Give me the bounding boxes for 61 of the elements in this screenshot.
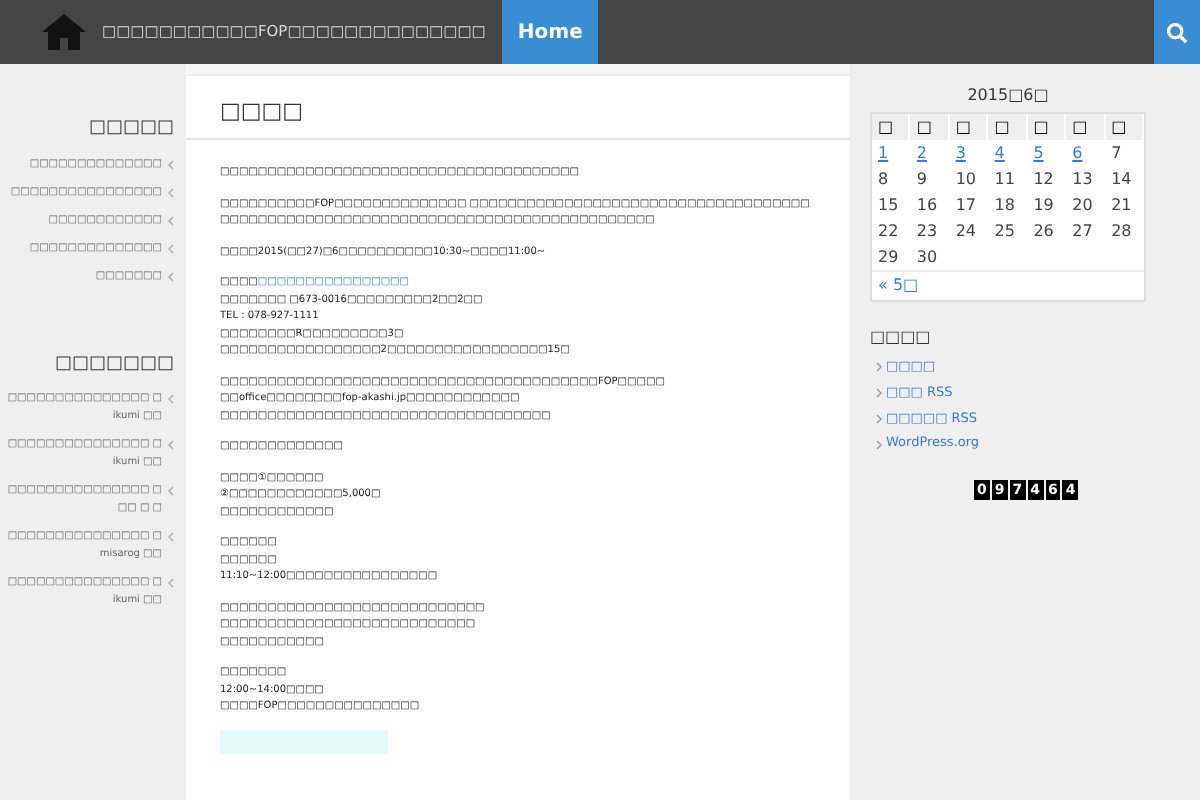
date-cell-text: 15 bbox=[876, 194, 901, 218]
date-cell-text: 7 bbox=[1109, 142, 1124, 166]
prev-month-link[interactable]: « 5□ bbox=[878, 276, 919, 294]
date-cell-text: 28 bbox=[1109, 220, 1134, 244]
date-cell-text: 30 bbox=[914, 246, 940, 270]
chevron-icon bbox=[168, 215, 174, 225]
chevron-icon bbox=[876, 413, 882, 424]
date-cell-text: 20 bbox=[1070, 194, 1095, 218]
date-cell-text: 9 bbox=[914, 168, 930, 192]
date-link[interactable]: 6 bbox=[1066, 140, 1106, 166]
date-link[interactable]: 5 bbox=[1027, 140, 1067, 166]
date-link[interactable]: 1 bbox=[872, 140, 911, 166]
weekday-header: □ bbox=[949, 114, 989, 140]
date-link[interactable]: 3 bbox=[949, 140, 989, 166]
weekday-header: □ bbox=[1027, 114, 1067, 140]
weekday-header: □ bbox=[988, 114, 1028, 140]
date-cell-text: 25 bbox=[992, 220, 1017, 244]
chevron-icon bbox=[168, 394, 174, 404]
date-cell-text: 11 bbox=[992, 168, 1017, 192]
date-link[interactable]: 2 bbox=[910, 140, 950, 166]
date-cell-text: 13 bbox=[1070, 168, 1095, 192]
chevron-icon bbox=[168, 440, 174, 450]
date-cell-text: 8 bbox=[876, 168, 891, 192]
chevron-icon bbox=[168, 578, 174, 588]
date-cell-text: 18 bbox=[992, 194, 1017, 218]
date-cell-text: 26 bbox=[1031, 220, 1056, 244]
calendar-caption: 2015□6□ bbox=[965, 84, 1051, 108]
date-cell-text: 21 bbox=[1109, 194, 1134, 218]
chevron-icon bbox=[168, 486, 174, 496]
widget-title: □□□□□ bbox=[88, 116, 174, 142]
article-title: □□□□ bbox=[220, 96, 304, 128]
home-icon[interactable] bbox=[42, 14, 86, 50]
date-cell-text: 23 bbox=[914, 220, 940, 244]
chevron-icon bbox=[168, 271, 174, 281]
chevron-icon bbox=[168, 243, 174, 253]
nav-tab[interactable]: Home bbox=[501, 0, 599, 64]
date-cell-text: 19 bbox=[1031, 194, 1056, 218]
widget-title: □□□□□□□ bbox=[54, 351, 174, 377]
chevron-icon bbox=[876, 388, 882, 399]
date-cell-text: 10 bbox=[953, 168, 979, 192]
weekday-header: □ bbox=[1066, 114, 1106, 140]
chevron-icon bbox=[876, 439, 882, 450]
chevron-icon bbox=[168, 532, 174, 542]
date-cell-text: 16 bbox=[914, 194, 940, 218]
weekday-header: □ bbox=[872, 114, 911, 140]
date-cell-text: 12 bbox=[1031, 168, 1056, 192]
date-cell-text: 17 bbox=[953, 194, 979, 218]
search-button[interactable] bbox=[1154, 0, 1200, 64]
date-cell-text: 29 bbox=[876, 246, 901, 270]
weekday-header: □ bbox=[1105, 114, 1144, 140]
chevron-icon bbox=[168, 159, 174, 169]
weekday-header: □ bbox=[910, 114, 950, 140]
widget-title: □□□□ bbox=[870, 326, 933, 350]
date-cell-text: 22 bbox=[876, 220, 901, 244]
date-link[interactable]: 4 bbox=[988, 140, 1028, 166]
date-cell-text: 27 bbox=[1070, 220, 1095, 244]
date-cell-text: 24 bbox=[953, 220, 979, 244]
chevron-icon bbox=[876, 362, 882, 373]
search-icon bbox=[1166, 21, 1188, 43]
date-cell-text: 14 bbox=[1109, 168, 1134, 192]
chevron-icon bbox=[168, 187, 174, 197]
